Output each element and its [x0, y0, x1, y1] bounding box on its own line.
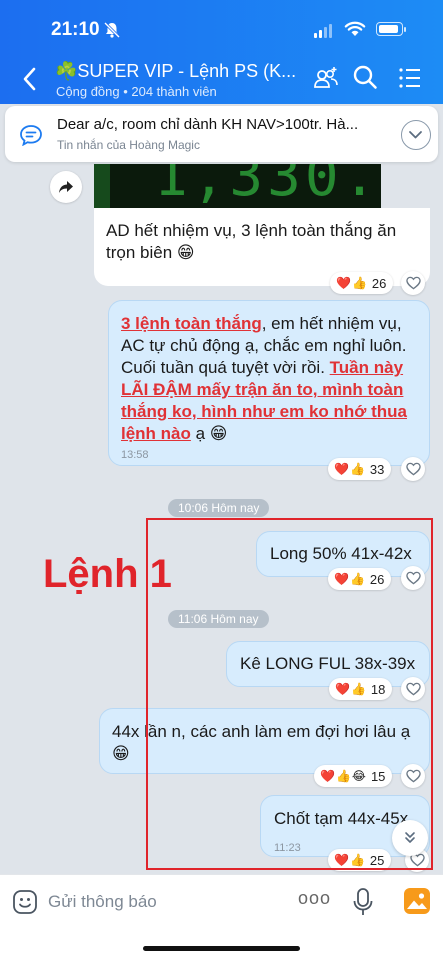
more-options-button[interactable]: ooo: [298, 889, 330, 911]
thumbs-up-reaction-icon: 👍: [351, 276, 367, 290]
back-arrow-icon[interactable]: [18, 64, 42, 94]
reaction-summary[interactable]: ❤️ 👍 26: [330, 272, 394, 294]
annotation-label: Lệnh 1: [43, 552, 172, 596]
thumbs-up-reaction-icon: 👍: [349, 462, 365, 476]
time-divider: 10:06 Hôm nay: [168, 499, 270, 517]
wifi-icon: [344, 21, 366, 36]
image-icon: [407, 893, 427, 909]
group-members-icon[interactable]: [312, 64, 340, 92]
chat-title[interactable]: ☘️SUPER VIP - Lệnh PS (K...: [55, 61, 296, 82]
microphone-icon[interactable]: [352, 887, 374, 917]
signal-icon: [314, 24, 332, 38]
chat-bubble-icon: [20, 125, 42, 146]
reaction-count: 33: [369, 461, 385, 477]
reaction-summary[interactable]: ❤️ 👍 33: [328, 458, 392, 480]
message-text: 3 lệnh toàn thắng, em hết nhiệm vụ, AC t…: [121, 314, 407, 443]
status-time: 21:10: [51, 19, 100, 40]
heart-outline-icon: [405, 462, 421, 476]
annotation-box: [146, 518, 433, 870]
sticker-icon[interactable]: [12, 889, 38, 915]
react-heart-button[interactable]: [401, 271, 425, 295]
message-text: AD hết nhiệm vụ, 3 lệnh toàn thắng ăn tr…: [106, 221, 397, 262]
message-input[interactable]: [48, 889, 248, 915]
chat-header: 21:10 ☘️SUPER VIP - Lệnh PS (K... Cộng đ…: [0, 0, 443, 104]
chat-image[interactable]: 1,330.0: [94, 164, 381, 208]
pinned-expand-button[interactable]: [401, 120, 431, 150]
status-bar: 21:10: [0, 0, 443, 56]
image-picker-button[interactable]: [404, 888, 430, 914]
heart-outline-icon: [405, 276, 421, 290]
react-heart-button[interactable]: [401, 457, 425, 481]
search-icon[interactable]: [352, 64, 378, 90]
pinned-message-text: Dear a/c, room chỉ dành KH NAV>100tr. Hà…: [57, 116, 359, 133]
pinned-message[interactable]: Dear a/c, room chỉ dành KH NAV>100tr. Hà…: [5, 106, 438, 162]
pinned-message-sender: Tin nhắn của Hoàng Magic: [57, 138, 200, 152]
message-time: 13:58: [121, 449, 149, 461]
menu-list-icon[interactable]: [398, 67, 422, 89]
reaction-count: 26: [371, 275, 387, 291]
battery-icon: [376, 22, 406, 36]
heart-reaction-icon: ❤️: [334, 462, 349, 476]
home-indicator: [143, 946, 300, 951]
chevron-down-icon: [409, 131, 422, 139]
highlight-text: 3 lệnh toàn thắng: [121, 314, 262, 333]
share-button[interactable]: [50, 171, 82, 203]
share-icon: [59, 181, 73, 193]
heart-reaction-icon: ❤️: [336, 276, 351, 290]
bell-off-icon: [103, 21, 121, 39]
message-bubble[interactable]: 3 lệnh toàn thắng, em hết nhiệm vụ, AC t…: [108, 300, 430, 466]
chat-subtitle: Cộng đồng • 204 thành viên: [56, 84, 217, 99]
